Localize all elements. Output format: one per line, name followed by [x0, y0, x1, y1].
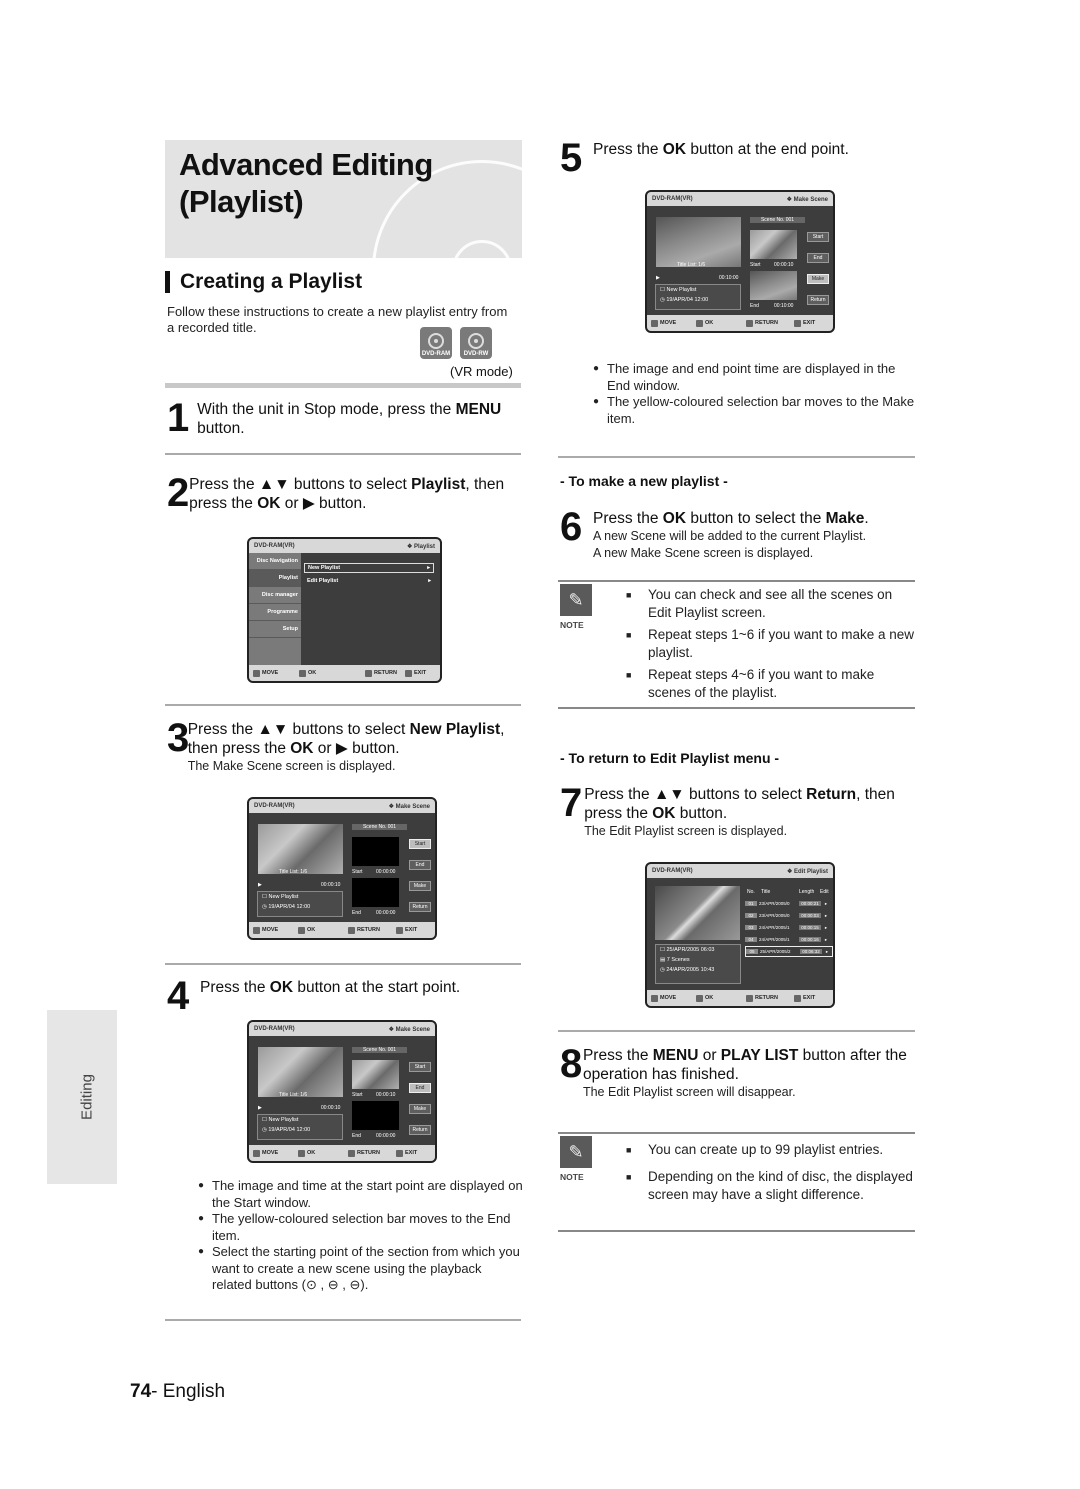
make-button[interactable]: Make: [409, 881, 431, 891]
divider: [165, 383, 521, 388]
ok-key-icon: [299, 669, 306, 677]
menu-playlist[interactable]: Playlist: [249, 570, 301, 587]
divider: [165, 1319, 521, 1321]
start-button[interactable]: Start: [409, 1062, 431, 1072]
osd-edit-playlist: DVD-RAM(VR) ❖ Edit Playlist ☐ 25/APR/2005…: [645, 862, 835, 1008]
exit-key-icon: [405, 669, 412, 677]
divider: [558, 1030, 915, 1032]
playlist-row[interactable]: 02 23/APR/2005/0 00:00:03 ▸: [745, 910, 833, 921]
dvd-rw-icon: DVD-RW: [460, 327, 492, 359]
play-button-icon: ⊙: [305, 1277, 317, 1292]
osd-make-scene-2: DVD-RAM(VR) ❖ Make Scene Title List: 1/6 …: [247, 1020, 437, 1163]
note-item: ■ Depending on the kind of disc, the disp…: [626, 1169, 913, 1202]
step-7: 7 Press the ▲▼ buttons to select Return,…: [560, 781, 895, 838]
skip-forward-icon: ⊖: [349, 1277, 361, 1292]
start-button[interactable]: Start: [807, 232, 829, 242]
step-8: 8 Press the MENU or PLAY LIST button aft…: [560, 1042, 907, 1099]
subhead-return-menu: - To return to Edit Playlist menu -: [560, 750, 780, 766]
osd-playlist-menu: DVD-RAM(VR) ❖ Playlist Disc Navigation Pl…: [247, 537, 442, 683]
divider: [165, 704, 521, 706]
pencil-icon: ✎: [560, 1136, 592, 1168]
return-button[interactable]: Return: [409, 902, 431, 912]
note-item: ■ Repeat steps 4~6 if you want to make sc…: [626, 667, 875, 700]
playlist-row[interactable]: 04 24/APR/2005/1 00:00:16 ▸: [745, 934, 833, 945]
chapter-banner: Advanced Editing (Playlist): [165, 140, 522, 258]
step-1: 1 With the unit in Stop mode, press the …: [167, 396, 502, 440]
divider: [558, 1230, 915, 1232]
step-2: 2 Press the ▲▼ buttons to select Playlis…: [167, 471, 505, 515]
note-2-badge: ✎ NOTE: [560, 1136, 592, 1182]
playlist-row[interactable]: 01 23/APR/2005/0 00:00:21 ▸: [745, 898, 833, 909]
menu-edit-playlist[interactable]: Edit Playlist ▸: [304, 576, 434, 586]
menu-programme[interactable]: Programme: [249, 604, 301, 621]
preview-image: [258, 824, 343, 874]
return-button[interactable]: Return: [409, 1125, 431, 1135]
skip-back-icon: ⊖: [327, 1277, 339, 1292]
dvd-ram-icon: DVD-RAM: [420, 327, 452, 359]
subhead-make-new: - To make a new playlist -: [560, 473, 728, 489]
note-item: ■ You can create up to 99 playlist entrie…: [626, 1142, 884, 1157]
vr-mode-label: (VR mode): [450, 364, 513, 379]
pencil-icon: ✎: [560, 584, 592, 616]
divider: [558, 456, 915, 458]
divider: [165, 963, 521, 965]
chapter-title: Advanced Editing (Playlist): [179, 147, 433, 219]
menu-new-playlist[interactable]: New Playlist ▸: [304, 563, 434, 573]
note-item: ■ You can check and see all the scenes on…: [626, 587, 893, 620]
step-4: 4 Press the OK button at the start point…: [167, 974, 461, 1018]
divider: [558, 580, 915, 582]
section-title: Creating a Playlist: [165, 270, 362, 294]
note-1-badge: ✎ NOTE: [560, 584, 592, 630]
divider: [558, 707, 915, 709]
step-3: 3 Press the ▲▼ buttons to select New Pla…: [167, 716, 505, 773]
bullet-item: ● The image and end point time are displa…: [593, 361, 896, 393]
bullet-item: ● The yellow-coloured selection bar moves…: [593, 394, 915, 426]
step-5: 5 Press the OK button at the end point.: [560, 136, 849, 180]
playlist-row[interactable]: 05 25/APR/2005/2 00:06:32 ▸: [745, 946, 833, 957]
osd-make-scene-1: DVD-RAM(VR) ❖ Make Scene Title List: 1/6 …: [247, 797, 437, 940]
end-button[interactable]: End: [807, 253, 829, 263]
side-tab-editing: Editing: [47, 1010, 117, 1184]
preview-image: [655, 886, 740, 940]
bullet-item: ● The yellow-coloured selection bar moves…: [198, 1211, 511, 1243]
osd-make-scene-3: DVD-RAM(VR) ❖ Make Scene Title List: 1/6 …: [645, 190, 835, 333]
end-button[interactable]: End: [409, 1083, 431, 1093]
note-2-list: ■ You can create up to 99 playlist entrie…: [626, 1141, 916, 1208]
make-button[interactable]: Make: [807, 274, 829, 284]
step-6: 6 Press the OK button to select the Make…: [560, 505, 869, 560]
bullet-item: ● The image and time at the start point a…: [198, 1178, 523, 1210]
disc-type-icons: DVD-RAM DVD-RW: [420, 327, 492, 359]
end-button[interactable]: End: [409, 860, 431, 870]
menu-disc-manager[interactable]: Disc manager: [249, 587, 301, 604]
divider: [165, 453, 521, 455]
menu-setup[interactable]: Setup: [249, 621, 301, 638]
step-5-bullets: ● The image and end point time are displa…: [593, 361, 918, 427]
make-button[interactable]: Make: [409, 1104, 431, 1114]
menu-disc-navigation[interactable]: Disc Navigation: [249, 553, 301, 570]
step-4-bullets: ● The image and time at the start point a…: [198, 1178, 523, 1294]
return-button[interactable]: Return: [807, 295, 829, 305]
note-item: ■ Repeat steps 1~6 if you want to make a …: [626, 627, 915, 660]
playlist-row[interactable]: 03 24/APR/2005/1 00:00:15 ▸: [745, 922, 833, 933]
move-key-icon: [253, 669, 260, 677]
page-number: 74- English: [130, 1381, 226, 1402]
note-1-list: ■ You can check and see all the scenes on…: [626, 586, 916, 706]
bullet-item: ● Select the starting point of the sectio…: [198, 1244, 520, 1292]
start-button[interactable]: Start: [409, 839, 431, 849]
return-key-icon: [365, 669, 372, 677]
divider: [558, 1132, 915, 1134]
